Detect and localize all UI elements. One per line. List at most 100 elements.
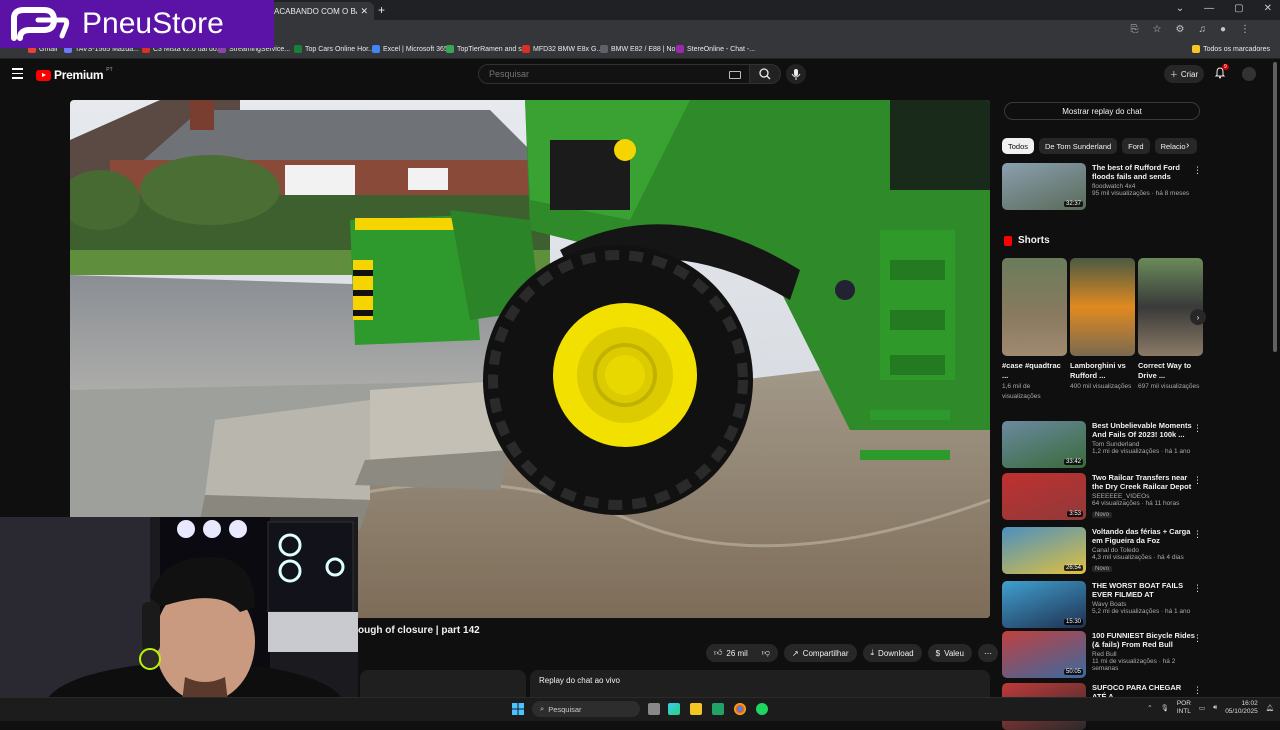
channel-name: Red Bull: [1092, 651, 1117, 658]
more-options-icon[interactable]: ⋮: [1193, 685, 1202, 696]
video-actions: ↗ Compartilhar ⤓ Download $ Valeu ⋯: [784, 644, 998, 662]
recommendation-item[interactable]: 33:42 Best Unbelievable Moments And Fails…: [1002, 421, 1202, 468]
shorts-header: Shorts: [1004, 235, 1050, 246]
clock[interactable]: 16:02 05/10/2025: [1225, 700, 1258, 716]
create-button[interactable]: ＋ Criar: [1164, 65, 1204, 83]
dislike-icon[interactable]: 👎︎: [762, 648, 770, 658]
short-item[interactable]: Correct Way to Drive ... 697 mil visuali…: [1138, 258, 1203, 402]
show-chat-replay-button[interactable]: Mostrar replay do chat: [1004, 102, 1200, 120]
recommendation-item[interactable]: 3:53 Two Railcar Transfers near the Dry C…: [1002, 473, 1202, 520]
copilot-icon[interactable]: [668, 703, 680, 715]
browser-tab[interactable]: ACABANDO COM O BAILE CLA ✕: [268, 2, 374, 20]
recommendation-item[interactable]: 32:37 The best of Rufford Ford floods fa…: [1002, 163, 1202, 210]
minimize-icon[interactable]: —: [1204, 3, 1214, 14]
video-title: 100 FUNNIEST Bicycle Rides (& fails) Fro…: [1092, 631, 1195, 649]
video-meta: 1,2 mi de visualizações · há 1 ano: [1092, 448, 1191, 455]
video-duration: 26:54: [1063, 565, 1083, 571]
short-thumbnail: [1070, 258, 1135, 356]
chevron-down-icon[interactable]: ⌄: [1176, 3, 1184, 14]
hamburger-menu-icon[interactable]: [12, 68, 23, 82]
chrome-icon[interactable]: [734, 703, 746, 715]
tab-title: ACABANDO COM O BAILE CLA: [274, 6, 357, 16]
new-tab-icon[interactable]: +: [378, 3, 385, 17]
youtube-logo[interactable]: Premium PT: [36, 67, 113, 82]
close-window-icon[interactable]: ✕: [1264, 3, 1272, 14]
thanks-icon: $: [935, 648, 941, 658]
youtube-brand-text: Premium: [54, 68, 104, 82]
more-options-icon[interactable]: ⋮: [1193, 475, 1202, 486]
volume-icon[interactable]: 🔊︎: [1213, 704, 1217, 712]
more-options-icon[interactable]: ⋮: [1193, 529, 1202, 540]
menu-icon[interactable]: ⋮: [1240, 24, 1250, 35]
more-options-icon[interactable]: ⋮: [1193, 165, 1202, 176]
bookmark-item[interactable]: MFD32 BMW E8x G...: [522, 45, 602, 53]
video-thumbnail: 3:53: [1002, 473, 1086, 520]
shorts-icon: [1004, 235, 1012, 246]
chip-channel[interactable]: De Tom Sunderland: [1039, 138, 1118, 154]
video-duration: 50:05: [1063, 669, 1083, 675]
filter-chips: Todos De Tom Sunderland Ford Relacio: [1002, 138, 1197, 154]
recommendation-item[interactable]: 15:30 THE WORST BOAT FAILS EVER FILMED AT…: [1002, 581, 1202, 628]
close-icon[interactable]: ✕: [360, 6, 368, 17]
bookmark-label: Top Cars Online Hor...: [305, 45, 374, 53]
video-duration: 15:30: [1063, 619, 1083, 625]
shorts-next-button[interactable]: ›: [1190, 309, 1206, 325]
bookmark-item[interactable]: Top Cars Online Hor...: [294, 45, 374, 53]
windows-start-icon[interactable]: [512, 703, 524, 715]
video-info: 100 FUNNIEST Bicycle Rides (& fails) Fro…: [1092, 631, 1196, 678]
chevron-up-icon[interactable]: ⌃: [1147, 704, 1152, 712]
excel-icon[interactable]: [712, 703, 724, 715]
page-scrollbar[interactable]: [1273, 62, 1277, 352]
shorts-row: #case #quadtrac ... 1,6 mil de visualiza…: [1002, 258, 1203, 402]
install-icon[interactable]: ⎘: [1131, 24, 1139, 35]
search-button[interactable]: [749, 64, 781, 84]
mic-tray-icon[interactable]: 🎙︎: [1161, 704, 1169, 712]
taskbar-search[interactable]: ⌕ Pesquisar: [532, 701, 640, 717]
chevron-right-icon[interactable]: ›: [1186, 140, 1189, 151]
channel-name: floodwatch 4x4: [1092, 183, 1136, 190]
recommendation-item[interactable]: 26:54 Voltando das férias + Carga em Figu…: [1002, 527, 1202, 574]
profile-icon[interactable]: ●: [1220, 24, 1226, 35]
media-icon[interactable]: ♫: [1198, 24, 1206, 35]
language-code: POR: [1176, 700, 1191, 707]
country-code: PT: [106, 67, 113, 73]
all-bookmarks-button[interactable]: Todos os marcadores: [1192, 45, 1270, 53]
language-indicator[interactable]: POR INTL: [1177, 700, 1191, 716]
like-button[interactable]: 👍︎ 26 mil 👎︎: [706, 644, 778, 662]
download-button[interactable]: ⤓ Download: [862, 644, 922, 662]
keyboard-icon[interactable]: [729, 71, 741, 79]
video-meta: 4,3 mil visualizações · há 4 dias: [1092, 554, 1184, 561]
recommendation-item[interactable]: 50:05 100 FUNNIEST Bicycle Rides (& fails…: [1002, 631, 1202, 678]
share-button[interactable]: ↗ Compartilhar: [784, 644, 857, 662]
windows-taskbar: ⌕ Pesquisar ⌃ 🎙︎ POR INTL ▭ 🔊︎ 16:02 05/…: [0, 697, 1280, 721]
short-item[interactable]: Lamborghini vs Rufford ... 400 mil visua…: [1070, 258, 1135, 402]
task-view-icon[interactable]: [648, 703, 660, 715]
bookmark-item[interactable]: StereOnline - Chat -...: [676, 45, 755, 53]
chip-all[interactable]: Todos: [1002, 138, 1035, 154]
maximize-icon[interactable]: ▢: [1234, 3, 1243, 14]
voice-search-button[interactable]: [786, 64, 806, 84]
bookmark-label: Excel | Microsoft 365: [383, 45, 448, 53]
file-explorer-icon[interactable]: [690, 703, 702, 715]
taskbar-search-label: Pesquisar: [548, 704, 582, 714]
chip-ford[interactable]: Ford: [1122, 138, 1150, 154]
network-icon[interactable]: ▭: [1199, 704, 1205, 712]
avatar[interactable]: [1242, 67, 1256, 81]
video-info: THE WORST BOAT FAILS EVER FILMED AT HAUL…: [1092, 581, 1196, 628]
more-options-icon[interactable]: ⋮: [1193, 633, 1202, 644]
star-icon[interactable]: ☆: [1153, 24, 1162, 35]
search-input[interactable]: [487, 68, 721, 80]
more-options-icon[interactable]: ⋮: [1193, 583, 1202, 594]
extensions-icon[interactable]: ⚙: [1175, 24, 1184, 35]
bookmark-item[interactable]: Excel | Microsoft 365: [372, 45, 448, 53]
bookmark-item[interactable]: BMW E82 / E88 | No...: [600, 45, 681, 53]
notifications-icon[interactable]: 🔔︎: [1266, 704, 1274, 712]
more-options-icon[interactable]: ⋮: [1193, 423, 1202, 434]
short-item[interactable]: #case #quadtrac ... 1,6 mil de visualiza…: [1002, 258, 1067, 402]
more-actions-button[interactable]: ⋯: [977, 644, 998, 662]
spotify-icon[interactable]: [756, 703, 768, 715]
bookmark-label: StereOnline - Chat -...: [687, 45, 756, 53]
bookmark-item[interactable]: TopTierRamen and s...: [446, 45, 528, 53]
thanks-button[interactable]: $ Valeu: [927, 644, 972, 662]
chip-related[interactable]: Relacio: [1154, 138, 1197, 154]
